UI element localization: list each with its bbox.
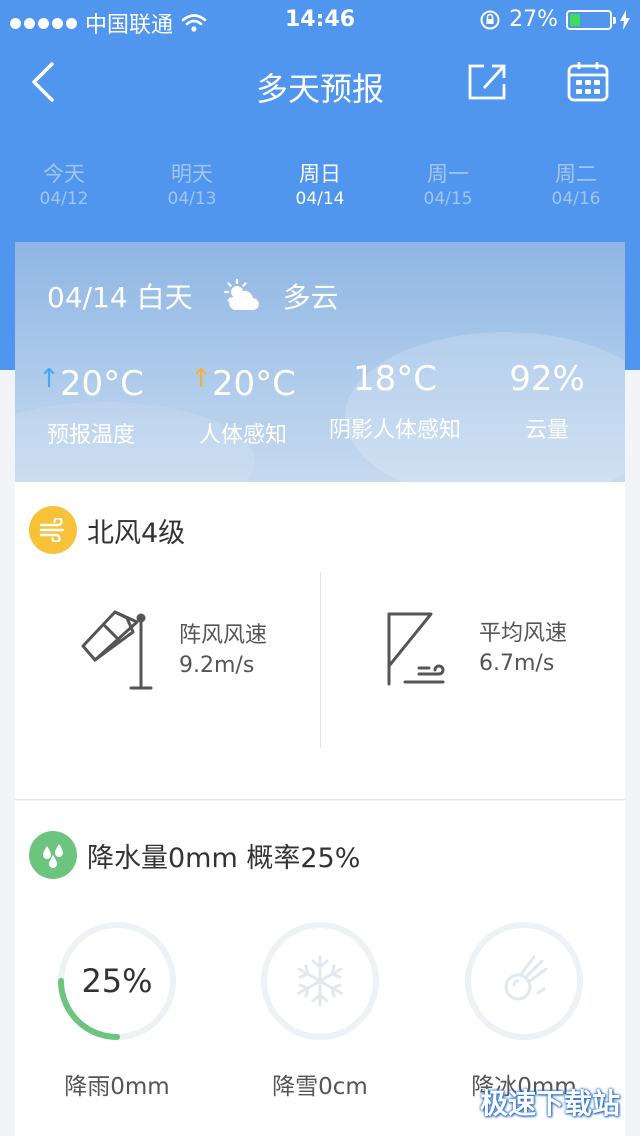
rain-probability-ring: 25%	[55, 919, 179, 1043]
snow-amount-label: 降雪0cm	[272, 1074, 368, 1100]
wind-badge	[29, 506, 77, 554]
precipitation-title: 降水量0mm 概率25%	[87, 842, 361, 874]
share-button[interactable]	[466, 62, 510, 102]
precipitation-badge	[29, 831, 77, 879]
gust-speed-item: 阵风风速 9.2m/s	[77, 610, 267, 692]
day-tab[interactable]: 周二 04/16	[512, 160, 640, 214]
metric-value: 92%	[509, 359, 585, 399]
watermark-logo: 极速下载站	[479, 1087, 620, 1120]
wind-card: 北风4级 阵风风速 9.2m/s 平均风速 6.7m/s	[15, 482, 625, 800]
summary-metrics: ↑20°C 预报温度 ↑20°C 人体感知 18°C 阴影人体感知 92% 云量	[15, 356, 625, 449]
nav-bar: 多天预报	[0, 50, 640, 116]
snow-ring	[258, 919, 382, 1043]
battery-percent: 27%	[509, 7, 558, 32]
metric-value: 18°C	[352, 359, 437, 399]
share-icon	[468, 64, 506, 100]
arrow-up-icon: ↑	[38, 364, 60, 394]
rain-probability-value: 25%	[81, 962, 153, 1000]
battery-icon	[566, 9, 616, 30]
day-tab-date: 04/14	[295, 189, 345, 209]
wind-title: 北风4级	[87, 517, 186, 549]
shade-feels-like-metric: 18°C 阴影人体感知	[319, 356, 471, 449]
metric-value: 20°C	[211, 364, 296, 404]
feels-like-metric: ↑20°C 人体感知	[167, 356, 319, 449]
wind-icon	[39, 518, 65, 542]
status-bar: 中国联通 14:46 27%	[0, 0, 640, 40]
day-tab-name: 今天	[43, 162, 85, 186]
snowflake-icon	[297, 955, 343, 1007]
partly-cloudy-icon	[223, 278, 259, 310]
metric-label: 阴影人体感知	[328, 418, 461, 443]
summary-header: 04/14 白天 多云	[47, 276, 339, 316]
day-tab-date: 04/12	[39, 189, 89, 209]
date-period: 04/14 白天	[47, 281, 193, 314]
day-tab[interactable]: 今天 04/12	[0, 160, 128, 214]
day-tab-name: 周一	[427, 162, 469, 186]
rain-item: 25% 降雨0mm	[55, 919, 179, 1101]
wind-header: 北风4级	[29, 506, 185, 554]
flag-wind-icon	[387, 612, 445, 686]
rain-drops-icon	[43, 844, 63, 868]
calendar-button[interactable]	[566, 60, 610, 104]
weather-summary-card: 04/14 白天 多云 ↑20°C 预报温度 ↑20°C 人体感知 18°C 阴…	[15, 242, 625, 482]
metric-label: 人体感知	[198, 423, 287, 448]
day-tab[interactable]: 明天 04/13	[128, 160, 256, 214]
day-tab-name: 周日	[299, 162, 341, 186]
snow-item: 降雪0cm	[258, 919, 382, 1101]
metric-label: 云量	[524, 418, 569, 443]
rain-amount-label: 降雨0mm	[64, 1074, 170, 1100]
hail-item: 降冰0mm	[462, 919, 586, 1101]
metric-value: 20°C	[59, 364, 144, 404]
day-tab-date: 04/13	[167, 189, 217, 209]
day-tab-name: 周二	[555, 162, 597, 186]
forecast-temp-metric: ↑20°C 预报温度	[15, 356, 167, 449]
hail-ring	[462, 919, 586, 1043]
day-tab-name: 明天	[171, 162, 213, 186]
cloud-cover-metric: 92% 云量	[471, 356, 623, 449]
page-title: 多天预报	[255, 70, 384, 108]
gust-speed-value: 9.2m/s	[179, 653, 255, 678]
precipitation-header: 降水量0mm 概率25%	[29, 831, 360, 879]
day-tab-date: 04/15	[423, 189, 473, 209]
hail-icon	[504, 955, 548, 1001]
weather-condition: 多云	[282, 281, 339, 314]
day-tab-date: 04/16	[551, 189, 601, 209]
wind-divider	[320, 572, 321, 748]
avg-speed-value: 6.7m/s	[479, 651, 555, 676]
avg-speed-label: 平均风速	[479, 621, 568, 646]
day-tabs: 今天 04/12 明天 04/13 周日 04/14 周一 04/15 周二 0…	[0, 160, 640, 214]
calendar-icon	[567, 62, 609, 102]
charging-icon	[620, 9, 630, 30]
metric-label: 预报温度	[46, 423, 135, 448]
windsock-icon	[81, 610, 153, 690]
arrow-up-icon: ↑	[190, 364, 212, 394]
orientation-lock-icon	[480, 10, 500, 29]
avg-speed-item: 平均风速 6.7m/s	[383, 610, 567, 688]
day-tab-selected[interactable]: 周日 04/14	[256, 160, 384, 214]
gust-speed-label: 阵风风速	[179, 623, 268, 648]
day-tab[interactable]: 周一 04/15	[384, 160, 512, 214]
